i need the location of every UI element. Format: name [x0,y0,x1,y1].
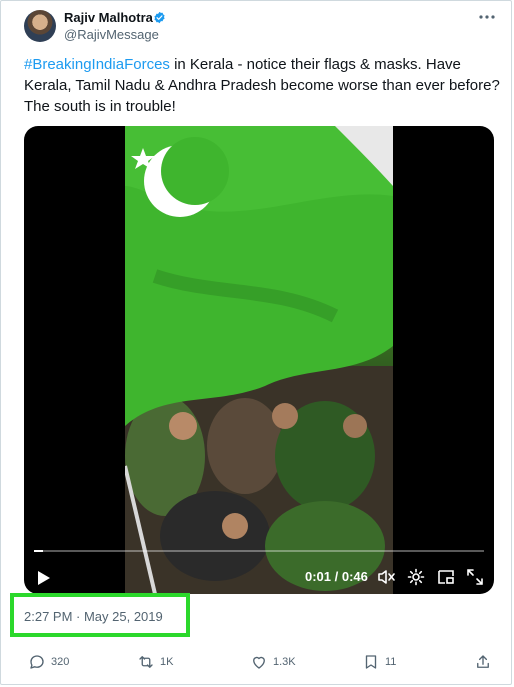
share-button[interactable] [474,652,492,672]
author-avatar[interactable] [24,10,56,42]
mute-icon[interactable] [376,567,396,587]
repost-button[interactable]: 1K [137,652,173,672]
repost-icon [139,656,153,668]
action-bar: 320 1K 1.3K 11 [0,640,512,680]
like-icon [253,656,265,669]
video-player[interactable]: 0:01 / 0:46 [24,126,494,594]
reply-button[interactable]: 320 [28,652,69,672]
video-progress-bar[interactable] [34,550,484,552]
author-handle[interactable]: @RajivMessage [64,27,159,42]
play-icon[interactable] [37,570,51,586]
bookmark-button[interactable]: 11 [362,652,396,672]
pip-icon[interactable] [436,567,456,587]
video-time-readout: 0:01 / 0:46 [305,569,368,584]
video-progress-fill [34,550,43,552]
settings-icon[interactable] [406,567,426,587]
bookmark-count: 11 [385,656,397,668]
video-frame[interactable] [125,126,393,594]
bookmark-icon [365,655,377,669]
more-icon[interactable] [478,11,496,23]
share-icon [477,655,489,668]
tweet-text: #BreakingIndiaForces in Kerala - notice … [24,54,500,117]
like-count: 1.3K [273,656,296,668]
like-button[interactable]: 1.3K [250,652,296,672]
video-still [125,126,393,594]
fullscreen-icon[interactable] [465,567,485,587]
hashtag-link[interactable]: #BreakingIndiaForces [24,56,170,73]
repost-count: 1K [160,656,174,668]
verified-badge-icon [154,11,165,24]
reply-count: 320 [51,656,70,668]
tweet-timestamp[interactable]: 2:27 PM · May 25, 2019 [24,609,163,624]
reply-icon [30,655,44,669]
author-name[interactable]: Rajiv Malhotra [64,10,153,25]
